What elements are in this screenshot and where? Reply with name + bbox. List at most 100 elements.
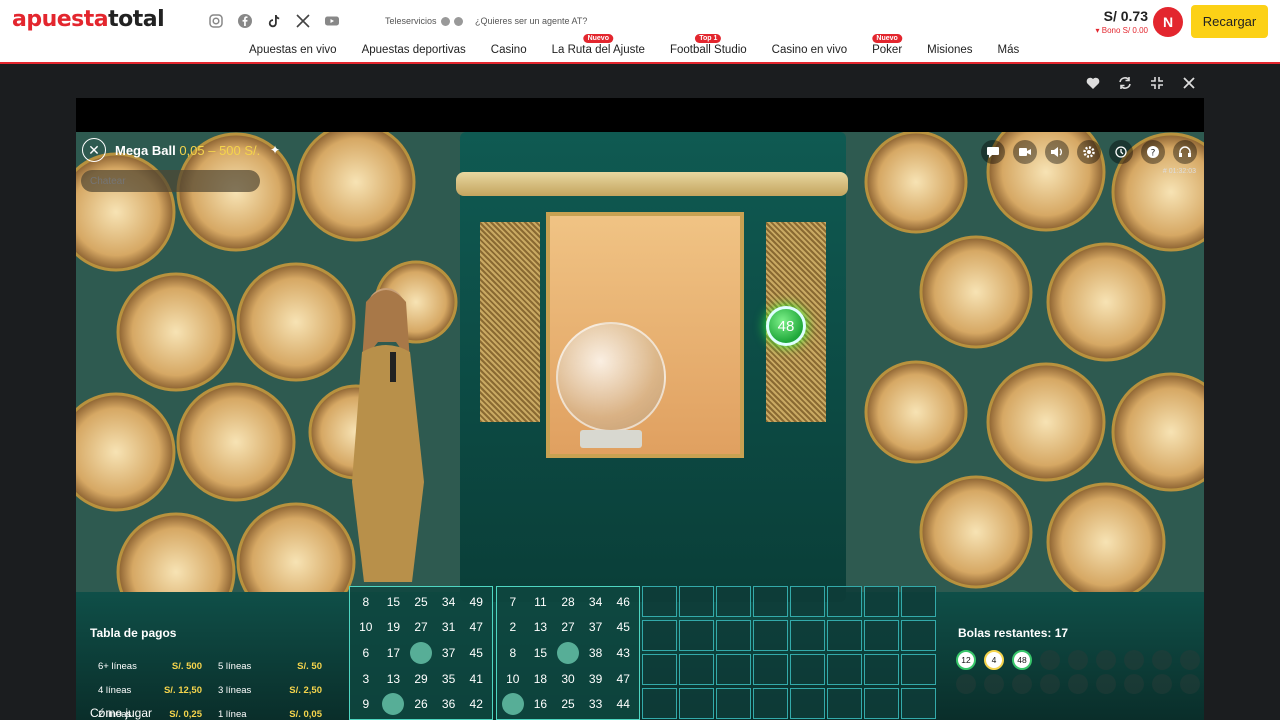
mini-card[interactable] — [827, 654, 862, 685]
headset-icon[interactable] — [1173, 140, 1197, 164]
help-icon[interactable]: ? — [1141, 140, 1165, 164]
tray-ball — [1096, 674, 1116, 694]
nav-item-7[interactable]: Misiones — [927, 44, 972, 56]
pin-icon[interactable]: ✦ — [270, 143, 280, 157]
facebook-icon[interactable] — [237, 13, 253, 29]
mini-card[interactable] — [864, 654, 899, 685]
tray-ball — [1152, 674, 1172, 694]
nav-item-4[interactable]: Football Studio Top 1 — [670, 34, 747, 56]
logo-part-b: total — [108, 7, 165, 32]
agent-link[interactable]: ¿Quieres ser un agente AT? — [475, 16, 587, 26]
nav-item-0[interactable]: Apuestas en vivo — [249, 44, 337, 56]
history-icon[interactable] — [1109, 140, 1133, 164]
mini-card[interactable] — [864, 620, 899, 651]
mini-card[interactable] — [679, 586, 714, 617]
bingo-card-2[interactable]: 7 11 28 34 46 2 13 27 37 45 8 15 38 43 10 18 30 39 47 16 25 3… — [496, 586, 640, 720]
mini-card[interactable] — [753, 620, 788, 651]
card-number: 19 — [386, 620, 401, 635]
fullscreen-icon[interactable] — [1148, 74, 1166, 92]
paytable-label: 1 línea — [218, 708, 247, 720]
nav-item-8[interactable]: Más — [998, 44, 1020, 56]
instagram-icon[interactable] — [208, 13, 224, 29]
mini-card[interactable] — [642, 586, 677, 617]
mini-card[interactable] — [864, 586, 899, 617]
teleservicios[interactable]: Teleservicios — [385, 16, 463, 26]
paytable-cell: 5 líneas S/. 50 — [210, 661, 330, 672]
mini-card[interactable] — [716, 620, 751, 651]
mini-card[interactable] — [790, 688, 825, 719]
mini-card[interactable] — [901, 654, 936, 685]
mini-card[interactable] — [679, 654, 714, 685]
mini-card[interactable] — [716, 586, 751, 617]
tiktok-icon[interactable] — [266, 13, 282, 29]
nav-item-2[interactable]: Casino — [491, 44, 527, 56]
mini-card[interactable] — [864, 688, 899, 719]
nav-label: Apuestas deportivas — [361, 44, 466, 56]
nav-item-3[interactable]: La Ruta del Ajuste Nuevo — [552, 34, 645, 56]
mini-card[interactable] — [827, 688, 862, 719]
chat-input[interactable] — [81, 170, 260, 192]
card-number: 30 — [561, 671, 575, 686]
video-icon[interactable] — [1013, 140, 1037, 164]
card-number: 34 — [441, 594, 456, 609]
how-to-play-link[interactable]: Cómo jugar — [90, 706, 152, 720]
card-cell: 19 — [380, 615, 408, 641]
balance-box[interactable]: S/ 0.73 ▾ Bono S/ 0.00 — [1095, 8, 1148, 35]
card-number: 3 — [362, 671, 370, 686]
card-cell: 39 — [582, 666, 610, 692]
mini-card[interactable] — [901, 620, 936, 651]
mini-card[interactable] — [827, 620, 862, 651]
volume-icon[interactable] — [1045, 140, 1069, 164]
close-icon[interactable] — [1180, 74, 1198, 92]
mini-card[interactable] — [753, 586, 788, 617]
mini-card[interactable] — [716, 654, 751, 685]
mini-card[interactable] — [790, 620, 825, 651]
heart-icon[interactable] — [1084, 74, 1102, 92]
mini-card[interactable] — [642, 620, 677, 651]
x-icon[interactable] — [295, 13, 311, 29]
card-cell: 49 — [462, 589, 490, 615]
card-number: 36 — [441, 697, 456, 712]
mini-card[interactable] — [642, 688, 677, 719]
mini-card[interactable] — [753, 688, 788, 719]
mini-card[interactable] — [753, 654, 788, 685]
nav-item-1[interactable]: Apuestas deportivas — [362, 44, 466, 56]
tray-ball — [1124, 650, 1144, 670]
settings-icon[interactable] — [1077, 140, 1101, 164]
chat-icon[interactable] — [981, 140, 1005, 164]
mini-card[interactable] — [901, 586, 936, 617]
mini-card[interactable] — [716, 688, 751, 719]
nav-item-5[interactable]: Casino en vivo — [772, 44, 847, 56]
recargar-button[interactable]: Recargar — [1191, 5, 1268, 38]
card-number: 29 — [414, 671, 428, 686]
mini-card[interactable] — [679, 620, 714, 651]
card-cell: 28 — [554, 589, 582, 615]
tray-ball: 4 — [984, 650, 1004, 670]
mini-card[interactable] — [790, 654, 825, 685]
bono-label: Bono S/ 0.00 — [1101, 26, 1148, 35]
bono-amount: ▾ Bono S/ 0.00 — [1095, 26, 1148, 35]
mini-card[interactable] — [827, 586, 862, 617]
card-cell: 27 — [407, 615, 435, 641]
mini-card[interactable] — [679, 688, 714, 719]
mini-card[interactable] — [901, 688, 936, 719]
card-number: 46 — [616, 594, 630, 609]
refresh-icon[interactable] — [1116, 74, 1134, 92]
tray-ball — [1124, 674, 1144, 694]
card-cell: 37 — [582, 615, 610, 641]
card-cell: 31 — [435, 615, 463, 641]
nav-item-6[interactable]: Poker Nuevo — [872, 34, 902, 56]
paytable-cell: 1 línea S/. 0,05 — [210, 709, 330, 720]
card-cell: 44 — [609, 691, 637, 717]
paytable-value: S/. 0,25 — [169, 708, 202, 720]
glitter-panel-left — [480, 222, 540, 422]
tray-ball — [1012, 674, 1032, 694]
user-avatar[interactable]: N — [1153, 7, 1183, 37]
youtube-icon[interactable] — [324, 13, 340, 29]
close-game-button[interactable]: ✕ — [82, 138, 106, 162]
mini-card[interactable] — [790, 586, 825, 617]
bingo-card-1[interactable]: 8 15 25 34 49 10 19 27 31 47 6 17 37 45 3 13 29 35 41 9 26 36… — [349, 586, 493, 720]
paytable-value: S/. 50 — [297, 660, 322, 672]
mini-card[interactable] — [642, 654, 677, 685]
apuestatotal-logo[interactable]: apuestatotal — [12, 7, 165, 32]
